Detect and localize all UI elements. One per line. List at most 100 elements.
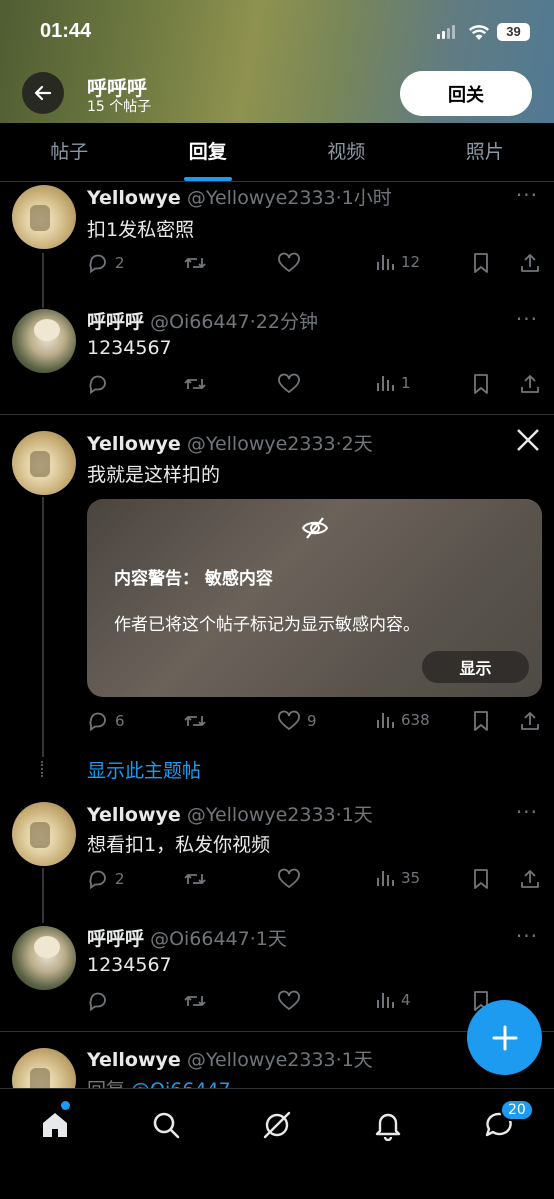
share-icon xyxy=(521,375,539,393)
repost-icon xyxy=(184,258,206,268)
bell-icon xyxy=(375,1113,401,1141)
repost-button[interactable] xyxy=(183,710,207,732)
wifi-icon xyxy=(468,25,490,40)
post-text: 想看扣1，私发你视频 xyxy=(87,834,271,856)
like-button[interactable] xyxy=(277,990,301,1012)
views-button[interactable]: 1 xyxy=(375,373,411,393)
bookmark-button[interactable] xyxy=(471,252,491,274)
post-text: 扣1发私密照 xyxy=(87,219,195,241)
bookmark-button[interactable] xyxy=(471,868,491,890)
reply-to-text: 回复 @Oi66447 xyxy=(87,1075,231,1088)
reply-icon xyxy=(89,992,106,1012)
reply-icon xyxy=(89,870,106,890)
heart-icon xyxy=(278,990,300,1011)
replies-feed[interactable]: Yellowye @Yellowye2333·1小时 ··· 扣1发私密照 2 … xyxy=(0,183,554,1088)
divider xyxy=(0,414,554,415)
nav-notifications[interactable] xyxy=(370,1107,406,1143)
like-button[interactable] xyxy=(277,868,301,890)
warning-title: 内容警告： 敏感内容 xyxy=(114,569,273,589)
follow-back-button[interactable]: 回关 xyxy=(400,71,532,116)
post-actions: 4 xyxy=(87,990,542,1016)
reply-button[interactable]: 2 xyxy=(87,868,125,890)
bar-chart-icon xyxy=(377,713,394,728)
compose-button[interactable] xyxy=(467,1000,542,1075)
avatar[interactable] xyxy=(12,309,76,373)
post-text: 我就是这样扣的 xyxy=(87,464,221,486)
bar-chart-icon xyxy=(377,993,394,1008)
avatar[interactable] xyxy=(12,431,76,495)
repost-button[interactable] xyxy=(183,868,207,890)
more-options-icon[interactable]: ··· xyxy=(516,183,538,207)
post-author: 呼呼呼 @Oi66447·1天 xyxy=(87,928,287,950)
mention-link[interactable]: @Oi66447 xyxy=(131,1079,231,1088)
nav-grok[interactable] xyxy=(259,1107,295,1143)
grok-icon xyxy=(263,1111,291,1139)
like-button[interactable] xyxy=(277,373,301,395)
tab-replies[interactable]: 回复 xyxy=(139,123,278,181)
bookmark-icon xyxy=(474,711,488,731)
tab-videos[interactable]: 视频 xyxy=(277,123,416,181)
share-button[interactable] xyxy=(519,373,541,395)
post-author: Yellowye @Yellowye2333·1天 xyxy=(87,804,373,826)
profile-tabs: 帖子 回复 视频 照片 xyxy=(0,123,554,182)
post-actions: 2 12 xyxy=(87,252,542,278)
show-thread-link[interactable]: 显示此主题帖 xyxy=(87,756,201,783)
post-actions: 1 xyxy=(87,373,542,399)
bookmark-button[interactable] xyxy=(471,373,491,395)
repost-icon xyxy=(184,996,206,1006)
avatar[interactable] xyxy=(12,185,76,249)
avatar[interactable] xyxy=(12,802,76,866)
reply-icon xyxy=(89,712,106,732)
views-button[interactable]: 12 xyxy=(375,252,420,272)
bottom-navigation: 20 xyxy=(0,1088,554,1199)
post-text: 1234567 xyxy=(87,954,172,976)
show-content-button[interactable]: 显示 xyxy=(422,651,529,683)
reply-button[interactable] xyxy=(87,373,109,395)
repost-button[interactable] xyxy=(183,990,207,1012)
views-button[interactable]: 4 xyxy=(375,990,411,1010)
post-count: 15 个帖子 xyxy=(87,99,152,115)
more-options-icon[interactable]: ··· xyxy=(516,307,538,331)
reply-button[interactable]: 6 xyxy=(87,710,125,732)
thread-dots xyxy=(41,761,45,777)
views-button[interactable]: 35 xyxy=(375,868,420,888)
sensitive-content-warning[interactable]: 内容警告： 敏感内容 作者已将这个帖子标记为显示敏感内容。 显示 xyxy=(87,499,542,697)
heart-icon xyxy=(278,710,300,731)
back-button[interactable] xyxy=(22,72,64,114)
post-author: 呼呼呼 @Oi66447·22分钟 xyxy=(87,311,318,333)
nav-search[interactable] xyxy=(148,1107,184,1143)
bookmark-icon xyxy=(474,374,488,394)
avatar[interactable] xyxy=(12,926,76,990)
tab-posts[interactable]: 帖子 xyxy=(0,123,139,181)
bookmark-button[interactable] xyxy=(471,710,491,732)
nav-home[interactable] xyxy=(37,1107,73,1143)
heart-icon xyxy=(278,252,300,273)
repost-icon xyxy=(184,716,206,726)
bookmark-icon xyxy=(474,869,488,889)
arrow-left-icon xyxy=(34,85,52,101)
reply-icon xyxy=(89,375,106,395)
thread-line xyxy=(42,253,44,308)
tab-photos[interactable]: 照片 xyxy=(416,123,554,181)
like-button[interactable] xyxy=(277,252,301,274)
notification-dot xyxy=(61,1101,70,1110)
post-text: 1234567 xyxy=(87,337,172,359)
share-button[interactable] xyxy=(519,710,541,732)
repost-button[interactable] xyxy=(183,373,207,395)
views-button[interactable]: 638 xyxy=(375,710,430,730)
share-button[interactable] xyxy=(519,252,541,274)
share-icon xyxy=(521,254,539,272)
avatar[interactable] xyxy=(12,1048,76,1088)
x-logo-icon xyxy=(517,429,539,451)
bookmark-icon xyxy=(474,253,488,273)
reply-button[interactable]: 2 xyxy=(87,252,125,274)
more-options-icon[interactable]: ··· xyxy=(516,800,538,824)
heart-icon xyxy=(278,868,300,889)
repost-button[interactable] xyxy=(183,252,207,274)
like-button[interactable]: 9 xyxy=(277,710,317,732)
reply-button[interactable] xyxy=(87,990,109,1012)
post-author: Yellowye @Yellowye2333·1天 xyxy=(87,1049,373,1071)
more-options-icon[interactable]: ··· xyxy=(516,924,538,948)
post-actions: 6 9 638 xyxy=(87,710,542,736)
share-button[interactable] xyxy=(519,868,541,890)
